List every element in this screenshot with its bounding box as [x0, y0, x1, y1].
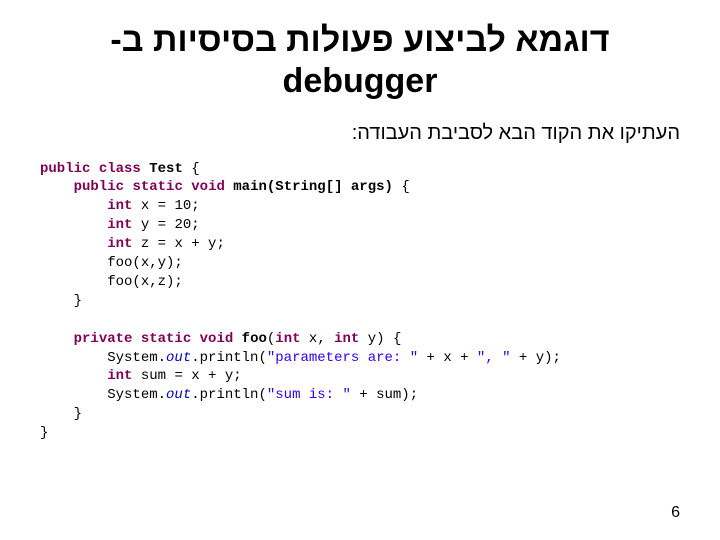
title-line-2: debugger [40, 61, 680, 102]
code-block: public class Test { public static void m… [40, 160, 680, 443]
title-line-1: דוגמא לביצוע פעולות בסיסיות ב- [40, 20, 680, 61]
slide-title: דוגמא לביצוע פעולות בסיסיות ב- debugger [40, 20, 680, 102]
page-number: 6 [671, 504, 680, 522]
subtitle: העתיקו את הקוד הבא לסביבת העבודה: [40, 122, 680, 145]
